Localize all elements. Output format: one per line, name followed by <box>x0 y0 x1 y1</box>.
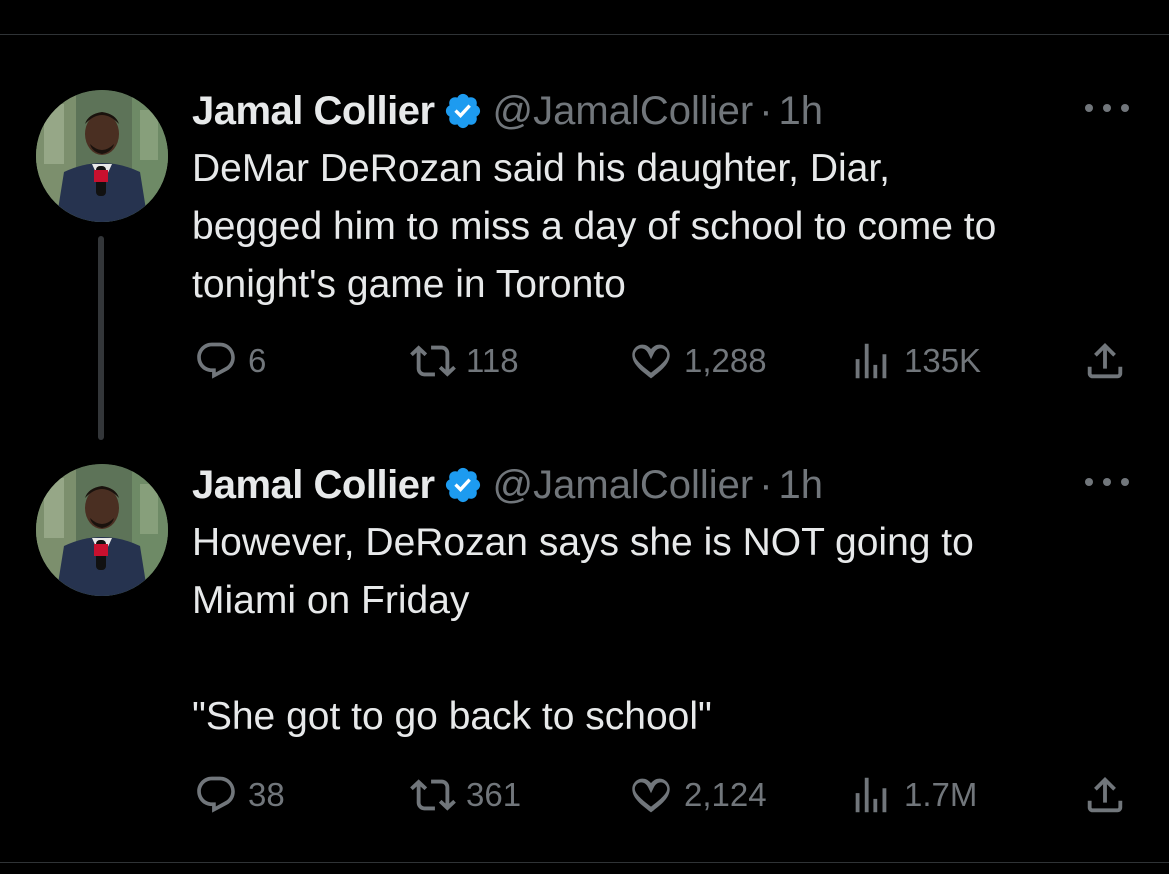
separator-dot: · <box>759 462 773 507</box>
bottom-divider <box>0 862 1169 863</box>
views-icon <box>855 777 887 813</box>
top-divider <box>0 34 1169 35</box>
author-handle[interactable]: @JamalCollier <box>493 89 754 134</box>
separator-dot: · <box>759 88 773 133</box>
retweet-count: 361 <box>466 776 522 813</box>
like-count: 1,288 <box>684 342 767 379</box>
share-icon <box>1087 776 1123 813</box>
tweet-text: DeMar DeRozan said his daughter, Diar, b… <box>192 147 997 306</box>
views-icon <box>855 343 887 379</box>
like-button[interactable]: 2,124 <box>628 770 767 820</box>
tweet-actions: 6 118 1,288 135K <box>192 336 1142 386</box>
view-count: 1.7M <box>904 776 978 813</box>
view-count: 135K <box>904 342 982 379</box>
more-icon[interactable] <box>1085 470 1129 494</box>
heart-icon <box>632 344 670 379</box>
reply-count: 6 <box>248 342 267 379</box>
reply-button[interactable]: 38 <box>194 770 285 820</box>
share-icon <box>1087 342 1123 379</box>
verified-badge-icon <box>443 91 483 131</box>
more-icon[interactable] <box>1085 96 1129 120</box>
tweet-time[interactable]: 1h <box>779 463 824 508</box>
share-button[interactable] <box>1082 336 1138 386</box>
avatar[interactable] <box>36 90 168 222</box>
tweet[interactable]: Jamal Collier @JamalCollier · 1h DeMar D… <box>0 88 1169 468</box>
thread-line <box>98 236 104 440</box>
like-button[interactable]: 1,288 <box>628 336 767 386</box>
retweet-button[interactable]: 361 <box>410 770 521 820</box>
retweet-count: 118 <box>466 342 519 379</box>
tweet[interactable]: Jamal Collier @JamalCollier · 1h However… <box>0 462 1169 842</box>
retweet-icon <box>410 779 456 811</box>
author-name[interactable]: Jamal Collier <box>192 463 435 508</box>
tweet-time[interactable]: 1h <box>779 89 824 134</box>
reply-icon <box>197 776 235 813</box>
tweet-header: Jamal Collier @JamalCollier · 1h <box>192 88 823 134</box>
avatar[interactable] <box>36 464 168 596</box>
reply-icon <box>197 342 235 379</box>
tweet-text: However, DeRozan says she is NOT going t… <box>192 521 974 738</box>
views-button[interactable]: 1.7M <box>848 770 977 820</box>
like-count: 2,124 <box>684 776 767 813</box>
tweet-actions: 38 361 2,124 1.7M <box>192 770 1142 820</box>
heart-icon <box>632 778 670 813</box>
retweet-button[interactable]: 118 <box>410 336 519 386</box>
author-name[interactable]: Jamal Collier <box>192 89 435 134</box>
tweet-header: Jamal Collier @JamalCollier · 1h <box>192 462 823 508</box>
reply-button[interactable]: 6 <box>194 336 266 386</box>
retweet-icon <box>410 345 456 377</box>
author-handle[interactable]: @JamalCollier <box>493 463 754 508</box>
verified-badge-icon <box>443 465 483 505</box>
share-button[interactable] <box>1082 770 1138 820</box>
reply-count: 38 <box>248 776 285 813</box>
views-button[interactable]: 135K <box>848 336 981 386</box>
